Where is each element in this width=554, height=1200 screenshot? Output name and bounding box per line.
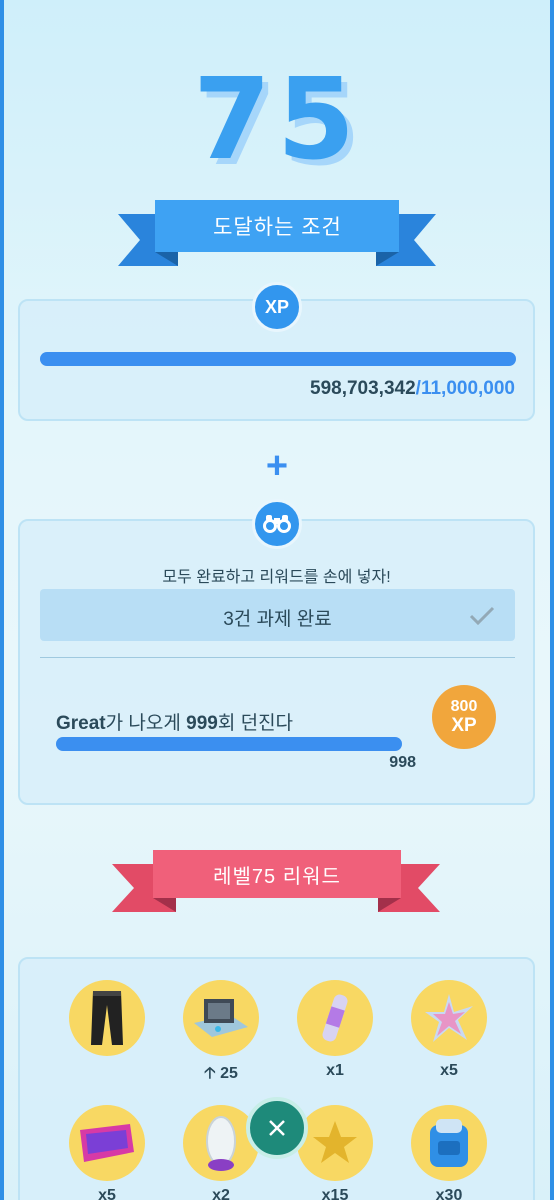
divider [40, 657, 515, 658]
xp-progress-text: 598,703,342/11,000,000 [310, 378, 515, 400]
binoculars-badge [252, 499, 302, 549]
reward-lure-module[interactable]: x5 [69, 1105, 145, 1200]
task-subtitle: 모두 완료하고 리워드를 손에 넣자! [162, 569, 391, 586]
task-description: Great가 나오게 999회 던진다 [56, 708, 293, 735]
reward-label-text: 25 [220, 1065, 238, 1082]
lure-module-icon [80, 1124, 134, 1162]
task-middle: 가 나오게 [105, 713, 187, 734]
task-card: 모두 완료하고 리워드를 손에 넣자! 3건 과제 완료 Great가 나오게 … [18, 519, 535, 805]
reward-circle [297, 980, 373, 1056]
xp-progress-fill [40, 352, 516, 366]
xp-reward-unit: XP [451, 715, 477, 736]
requirements-ribbon: 도달하는 조건 [0, 200, 554, 270]
check-icon [469, 606, 495, 626]
completed-tasks-label: 3건 과제 완료 [223, 609, 332, 630]
binoculars-icon [263, 515, 291, 533]
xp-current: 598,703,342 [310, 378, 416, 399]
reward-label: x5 [98, 1187, 116, 1200]
reward-label: 🡡 25 [183, 1062, 259, 1089]
reward-bag-upgrade[interactable]: x30 [411, 1105, 487, 1200]
task-progress-bar [56, 737, 402, 751]
xp-reward-amount: 800 [450, 698, 478, 715]
reward-label: x30 [435, 1187, 463, 1200]
incubator-upgrade-icon [194, 999, 248, 1037]
completed-tasks-row[interactable]: 3건 과제 완료 [40, 589, 515, 641]
task-progress-fill [56, 737, 402, 751]
pants-icon [91, 991, 123, 1045]
level-number: 75 [193, 55, 361, 185]
plus-sign: + [265, 445, 289, 487]
bag-upgrade-icon [430, 1119, 468, 1167]
xp-goal: 11,000,000 [420, 378, 515, 399]
arrow-up-icon: 🡡 [204, 1065, 216, 1082]
reward-circle [183, 980, 259, 1056]
incubator-icon [206, 1116, 236, 1171]
reward-star-item[interactable]: x15 [297, 1105, 373, 1200]
reward-circle [69, 1105, 145, 1181]
reward-circle [411, 1105, 487, 1181]
reward-elite-tm[interactable]: x1 [297, 980, 373, 1080]
reward-pants[interactable] [69, 980, 145, 1056]
xp-reward-badge: 800 XP [432, 685, 496, 749]
task-progress-value: 998 [389, 754, 416, 771]
xp-badge: XP [252, 282, 302, 332]
reward-circle [69, 980, 145, 1056]
rewards-ribbon-label: 레벨75 리워드 [213, 865, 341, 888]
close-button[interactable] [246, 1097, 308, 1159]
reward-label: x15 [321, 1187, 349, 1200]
reward-circle [411, 980, 487, 1056]
task-suffix: 회 던진다 [217, 713, 294, 734]
close-icon [269, 1120, 285, 1136]
rewards-ribbon: 레벨75 리워드 [0, 850, 554, 920]
requirements-ribbon-label: 도달하는 조건 [213, 216, 342, 239]
reward-label: x5 [440, 1062, 458, 1079]
star-piece-icon [425, 994, 473, 1042]
reward-incubator-upgrade[interactable]: 🡡 25 [183, 980, 259, 1089]
tm-icon [322, 994, 348, 1042]
xp-progress-bar [40, 352, 516, 366]
reward-label: x1 [326, 1062, 344, 1079]
star-icon [313, 1121, 357, 1163]
reward-circle [297, 1105, 373, 1181]
reward-label: x2 [212, 1187, 230, 1200]
task-count: 999 [186, 713, 218, 734]
reward-star-piece[interactable]: x5 [411, 980, 487, 1080]
task-prefix: Great [56, 713, 106, 734]
